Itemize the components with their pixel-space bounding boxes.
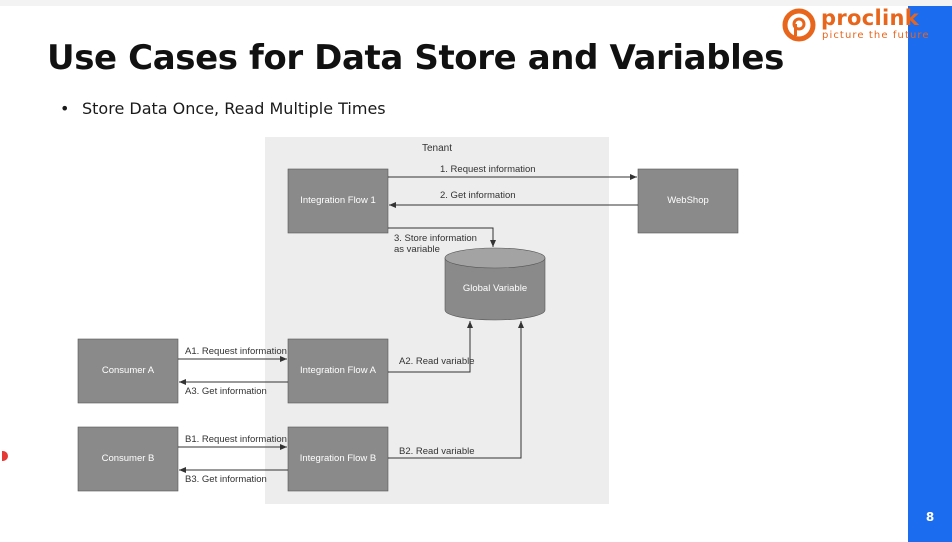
global-variable-node: Global Variable	[444, 247, 546, 321]
integration-flow-a-node: Integration Flow A	[287, 338, 389, 404]
a2-read-label: A2. Read variable	[399, 356, 475, 367]
global-variable-label: Global Variable	[463, 283, 527, 294]
webshop-label: WebShop	[667, 195, 709, 206]
integration-flow-a-label: Integration Flow A	[300, 365, 377, 376]
integration-flow-1-label: Integration Flow 1	[300, 195, 376, 206]
consumer-b-node: Consumer B	[77, 426, 179, 492]
request-information-label: 1. Request information	[440, 164, 536, 175]
b2-read-label: B2. Read variable	[399, 446, 475, 457]
integration-flow-b-node: Integration Flow B	[287, 426, 389, 492]
b1-request-label: B1. Request information	[185, 434, 287, 445]
integration-flow-1-node: Integration Flow 1	[287, 168, 389, 234]
consumer-a-node: Consumer A	[77, 338, 179, 404]
tenant-label: Tenant	[422, 143, 452, 154]
store-information-label-line2: as variable	[394, 244, 440, 255]
consumer-b-label: Consumer B	[102, 453, 155, 464]
a3-get-label: A3. Get information	[185, 386, 267, 397]
consumer-a-label: Consumer A	[102, 365, 155, 376]
store-information-label-line1: 3. Store information	[394, 233, 477, 244]
architecture-diagram: Tenant Integration Flow 1 WebShop Global…	[77, 137, 739, 504]
get-information-label: 2. Get information	[440, 190, 516, 201]
b3-get-label: B3. Get information	[185, 474, 267, 485]
webshop-node: WebShop	[637, 168, 739, 234]
integration-flow-b-label: Integration Flow B	[300, 453, 377, 464]
a1-request-label: A1. Request information	[185, 346, 287, 357]
